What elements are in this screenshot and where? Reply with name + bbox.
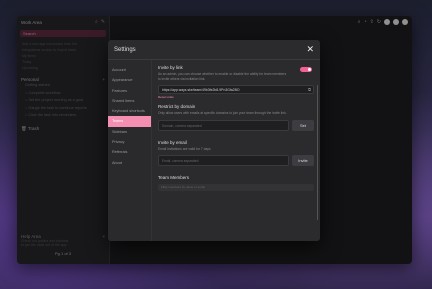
scrollbar[interactable] xyxy=(316,85,318,220)
copy-icon[interactable]: ⧉ xyxy=(308,86,311,94)
invite-button[interactable]: Invite xyxy=(292,155,314,166)
members-filter-input[interactable]: Filter members by name or email xyxy=(158,184,314,191)
nav-item-teams[interactable]: Teams xyxy=(108,116,151,127)
email-desc: Email invitations are valid for 7 days xyxy=(158,146,211,151)
members-title: Team Members xyxy=(158,175,190,180)
email-input[interactable]: Email, comma separated xyxy=(158,155,289,166)
settings-nav: Account Appearance Features Shared items… xyxy=(108,60,152,241)
nav-item-shared-items[interactable]: Shared items xyxy=(108,96,151,106)
email-title: Invite by email xyxy=(158,139,187,145)
invite-link-title: Invite by link xyxy=(158,65,183,70)
nav-item-keyboard-shortcuts[interactable]: Keyboard shortcuts xyxy=(108,106,151,116)
invite-link-desc: As an admin, you can choose whether to e… xyxy=(158,72,287,81)
settings-modal: Settings ✕ Account Appearance Features S… xyxy=(108,40,320,241)
set-button[interactable]: Set xyxy=(292,119,314,131)
nav-item-about[interactable]: About xyxy=(108,158,151,168)
invite-link-toggle[interactable] xyxy=(300,67,312,72)
nav-item-appearance[interactable]: Appearance xyxy=(108,75,151,85)
domain-input[interactable]: Domain, comma separated xyxy=(158,119,289,131)
nav-item-sidebars[interactable]: Sidebars xyxy=(108,127,151,137)
nav-item-features[interactable]: Features xyxy=(108,86,151,96)
domain-desc: Only allow users with emails at specific… xyxy=(158,111,287,115)
reset-links-link[interactable]: Reset Links xyxy=(158,95,314,99)
domain-title: Restrict by domain xyxy=(158,104,196,109)
invite-link-field[interactable]: https://app.ways.ske/team/49b3fe2b8-9Pn3… xyxy=(158,85,314,94)
settings-content: Invite by link As an admin, you can choo… xyxy=(152,60,320,241)
nav-item-account[interactable]: Account xyxy=(108,65,151,75)
nav-item-referrals[interactable]: Referrals xyxy=(108,147,151,157)
modal-header: Settings ✕ xyxy=(108,40,320,60)
close-icon[interactable]: ✕ xyxy=(306,45,314,54)
invite-link-url: https://app.ways.ske/team/49b3fe2b8-9Pn3… xyxy=(162,88,240,92)
modal-title: Settings xyxy=(114,46,136,53)
nav-item-privacy[interactable]: Privacy xyxy=(108,137,151,147)
